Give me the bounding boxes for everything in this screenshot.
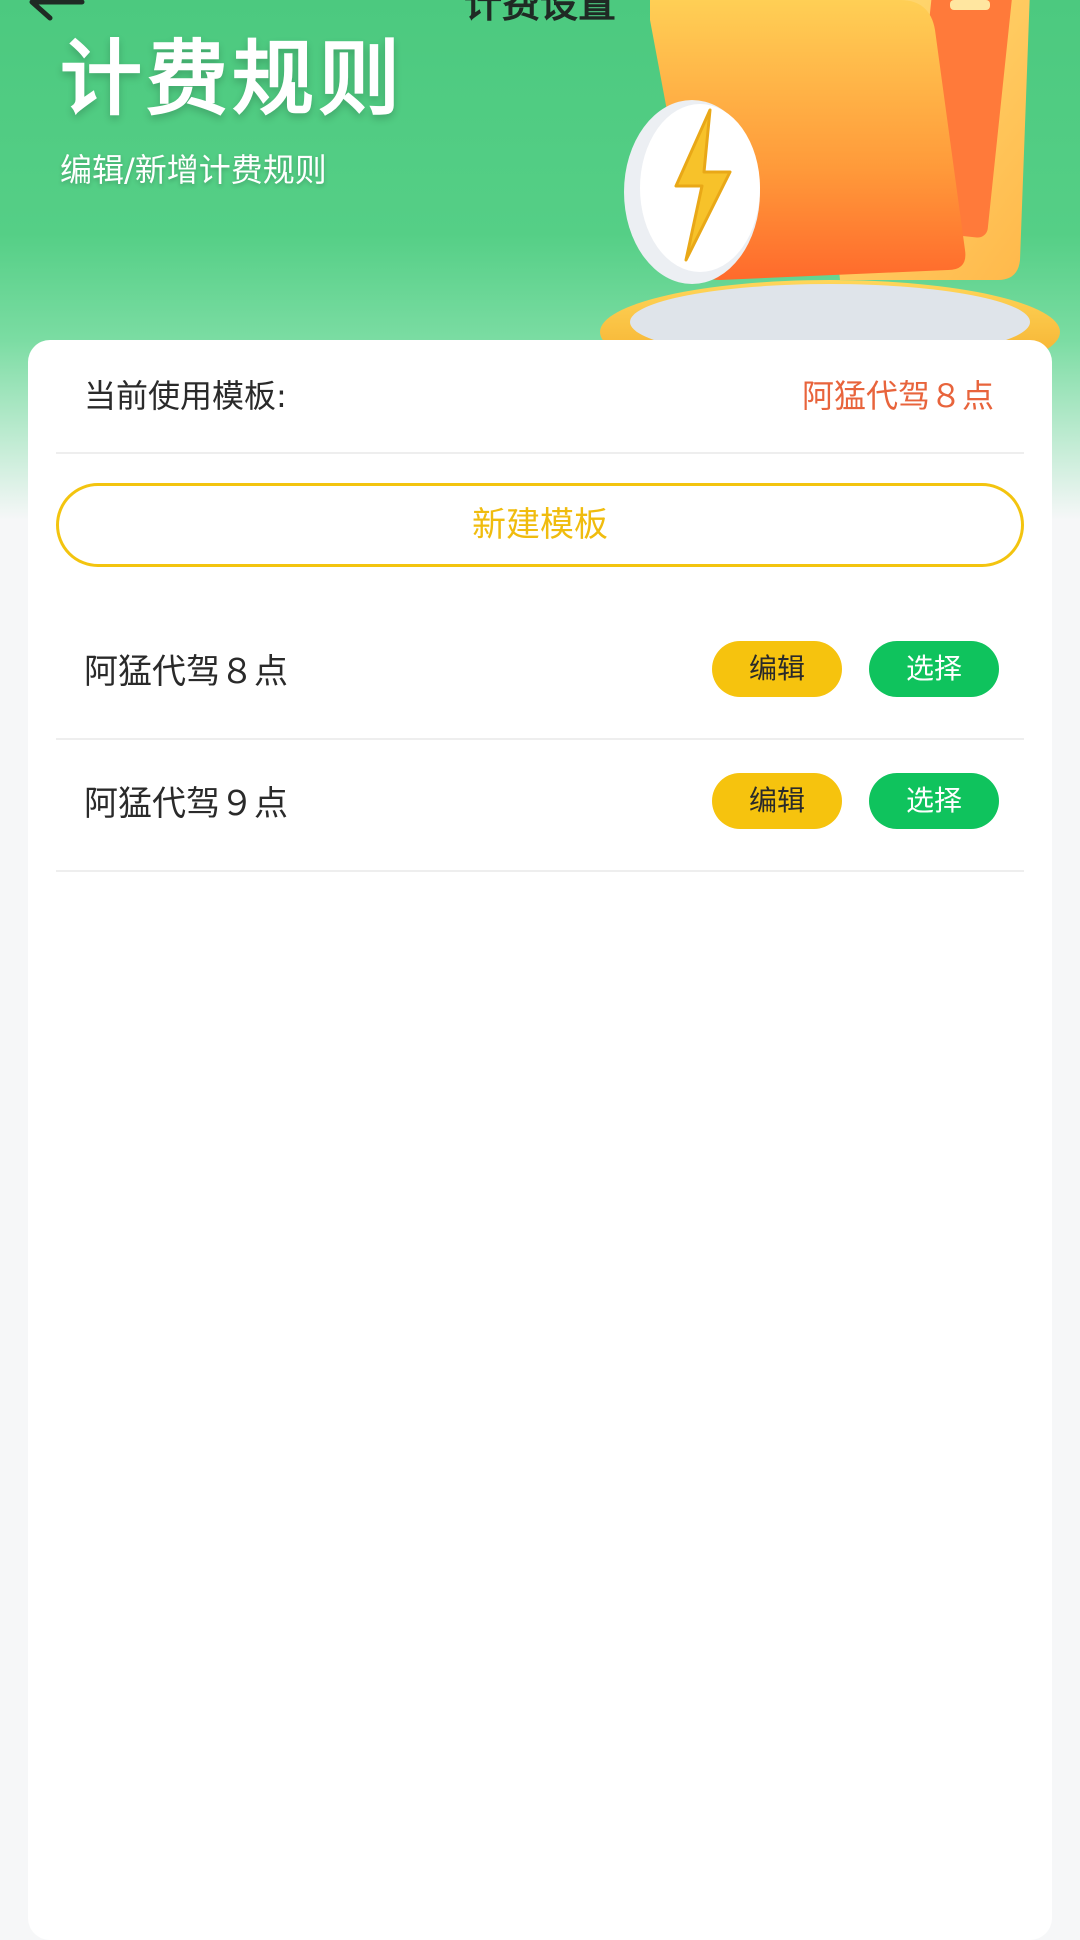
folder-lightning-illustration	[600, 0, 1060, 360]
edit-button[interactable]: 编辑	[712, 641, 842, 697]
select-button[interactable]: 选择	[869, 773, 999, 829]
hero-title: 计费规则	[60, 32, 405, 127]
current-template-value: 阿猛代驾８点	[801, 377, 994, 415]
billing-card: 当前使用模板: 阿猛代驾８点 新建模板 阿猛代驾８点 编辑 选择 阿猛代驾９点 …	[28, 340, 1052, 1940]
new-template-button[interactable]: 新建模板	[56, 483, 1024, 567]
current-template-row: 当前使用模板: 阿猛代驾８点	[56, 340, 1024, 454]
template-name: 阿猛代驾８点	[84, 652, 288, 692]
hero-subtitle: 编辑/新增计费规则	[60, 151, 327, 189]
template-row: 阿猛代驾８点 编辑 选择	[56, 608, 1024, 740]
template-row: 阿猛代驾９点 编辑 选择	[56, 740, 1024, 872]
select-button[interactable]: 选择	[869, 641, 999, 697]
edit-button[interactable]: 编辑	[712, 773, 842, 829]
template-name: 阿猛代驾９点	[84, 784, 288, 824]
template-list: 阿猛代驾８点 编辑 选择 阿猛代驾９点 编辑 选择	[56, 608, 1024, 872]
current-template-label: 当前使用模板:	[84, 377, 287, 415]
